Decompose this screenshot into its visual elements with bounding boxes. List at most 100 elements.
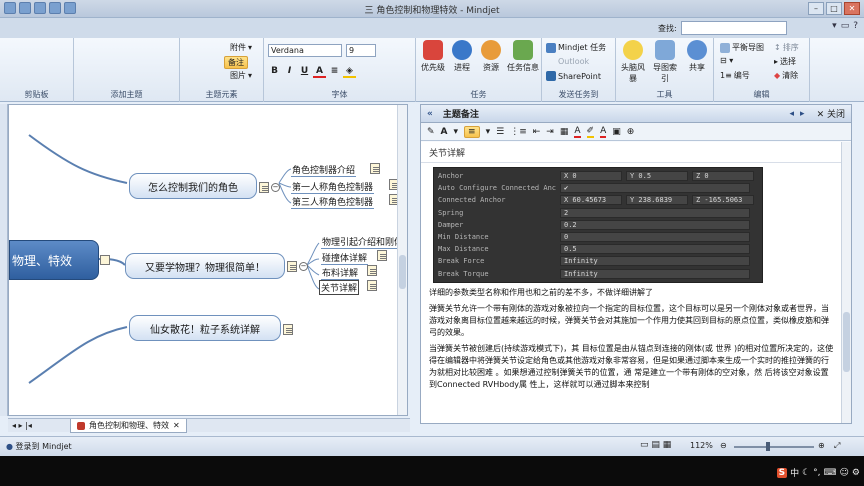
- subtopic-selected[interactable]: 关节详解: [319, 280, 360, 295]
- outdent-icon[interactable]: ⇤: [533, 127, 541, 137]
- map-vertical-scrollbar[interactable]: [397, 105, 407, 415]
- zoom-in-icon[interactable]: ⊕: [818, 441, 825, 450]
- close-tab-icon[interactable]: ✕: [173, 421, 180, 430]
- nav-prev-icon[interactable]: ◂: [790, 109, 795, 119]
- font-family-select[interactable]: Verdana: [268, 44, 342, 57]
- mindjet-tasks-button[interactable]: Mindjet 任务: [546, 42, 606, 53]
- notes-button[interactable]: 备注: [224, 56, 248, 69]
- collapse-panel-icon[interactable]: «: [427, 109, 433, 119]
- language-indicator[interactable]: 中: [790, 466, 799, 479]
- nav-next-icon[interactable]: ▸: [800, 109, 805, 119]
- map-index-button[interactable]: 导图索引: [650, 40, 680, 84]
- subtopic[interactable]: 角色控制器介绍: [291, 163, 357, 177]
- help-icon[interactable]: ?: [853, 21, 858, 31]
- punctuation-icon[interactable]: °,: [813, 468, 820, 478]
- maximize-button[interactable]: □: [826, 2, 842, 15]
- fill-color-icon[interactable]: ◈: [343, 65, 356, 78]
- note-icon[interactable]: [283, 324, 293, 335]
- note-icon[interactable]: [259, 182, 269, 193]
- map-canvas[interactable]: 物理、特效 怎么控制我们的角色 − 角色控制器介绍 第一人称角色控制器 第三人称…: [8, 104, 408, 416]
- insert-image-icon[interactable]: ▣: [612, 127, 621, 137]
- minimize-button[interactable]: –: [808, 2, 824, 15]
- search-input[interactable]: [680, 21, 787, 35]
- progress-button[interactable]: 进程: [447, 40, 477, 73]
- collapse-toggle-icon[interactable]: −: [299, 262, 308, 271]
- resources-button[interactable]: 资源: [476, 40, 506, 73]
- underline-button[interactable]: U: [298, 65, 311, 78]
- document-tab[interactable]: 角色控制和物理、特效 ✕: [70, 419, 187, 433]
- font-color-icon[interactable]: A: [574, 126, 581, 138]
- collapse-toggle-icon[interactable]: −: [271, 183, 280, 192]
- italic-button[interactable]: I: [283, 65, 296, 78]
- zoom-out-icon[interactable]: ⊖: [720, 441, 727, 450]
- share-button[interactable]: 共享: [682, 40, 712, 73]
- note-icon[interactable]: [370, 163, 380, 174]
- number-button[interactable]: 1≡ 编号: [720, 70, 750, 81]
- select-button[interactable]: ▸ 选择: [774, 56, 796, 67]
- notes-vertical-scrollbar[interactable]: [841, 142, 851, 423]
- settings-icon[interactable]: ⚙: [852, 468, 860, 478]
- dropdown-icon[interactable]: ▾: [454, 127, 459, 137]
- font-color-icon[interactable]: A: [313, 65, 326, 78]
- collapse-toggle-button[interactable]: ⊟ ▾: [720, 56, 733, 65]
- note-icon[interactable]: [367, 280, 377, 291]
- priority-button[interactable]: 优先级: [418, 40, 448, 73]
- sort-button[interactable]: ↕ 排序: [774, 42, 799, 53]
- window-icon[interactable]: ▭: [841, 21, 850, 31]
- bold-button[interactable]: B: [268, 65, 281, 78]
- dropdown-icon[interactable]: ▾: [486, 127, 491, 137]
- person-icon[interactable]: ☺: [840, 468, 849, 478]
- view-icons[interactable]: ▭ ▤ ▦: [640, 440, 671, 450]
- ime-logo-icon[interactable]: S: [776, 467, 788, 478]
- align-left-icon[interactable]: ≡: [464, 125, 480, 138]
- notes-body[interactable]: 关节详解 Anchor X 0Y 0.5 Z 0 Auto Configure Con…: [421, 142, 842, 423]
- subtopic[interactable]: 布料详解: [321, 266, 360, 280]
- topic-particles[interactable]: 仙女散花！粒子系统详解: [129, 315, 281, 341]
- outlook-button[interactable]: Outlook: [558, 57, 589, 66]
- zoom-slider-thumb[interactable]: [766, 442, 770, 451]
- zoom-slider[interactable]: [734, 446, 814, 448]
- subtopic[interactable]: 物理引起介绍和刚体: [321, 235, 405, 249]
- font-icon[interactable]: A: [441, 127, 448, 137]
- inspector-row: Auto Configure Connected Anc ✔: [438, 182, 758, 194]
- task-info-button[interactable]: 任务信息: [506, 40, 540, 73]
- image-button[interactable]: 图片 ▾: [230, 70, 252, 81]
- subtopic[interactable]: 第三人称角色控制器: [291, 195, 375, 209]
- close-window-button[interactable]: ✕: [844, 2, 860, 15]
- clear-button[interactable]: ◆ 清除: [774, 70, 798, 81]
- subtopic[interactable]: 第一人称角色控制器: [291, 180, 375, 194]
- scroll-thumb[interactable]: [843, 312, 850, 372]
- indent-icon[interactable]: ⇥: [546, 127, 554, 137]
- central-topic[interactable]: 物理、特效: [9, 240, 99, 280]
- note-icon[interactable]: [377, 250, 387, 261]
- note-icon[interactable]: [287, 261, 297, 272]
- subtopic[interactable]: 碰撞体详解: [321, 251, 369, 265]
- help-icons: ▾ ▭ ?: [832, 21, 858, 31]
- login-link[interactable]: ● 登录到 Mindjet: [6, 441, 72, 452]
- text-color-icon[interactable]: A: [600, 126, 607, 138]
- attachment-button[interactable]: 附件 ▾: [230, 42, 252, 53]
- close-panel-button[interactable]: ✕ 关闭: [817, 107, 845, 120]
- brainstorm-button[interactable]: 头脑风暴: [618, 40, 648, 84]
- inspector-label: Anchor: [438, 172, 464, 181]
- keyboard-icon[interactable]: ⌨: [824, 468, 837, 478]
- moon-icon[interactable]: ☾: [802, 468, 810, 478]
- topic-character-control[interactable]: 怎么控制我们的角色: [129, 173, 257, 199]
- chevron-down-icon[interactable]: ▾: [832, 21, 837, 31]
- scroll-thumb[interactable]: [399, 255, 406, 289]
- brush-icon[interactable]: ✎: [427, 127, 435, 137]
- fit-icon[interactable]: ⤢: [834, 441, 840, 451]
- bullet-list-icon[interactable]: ☰: [496, 127, 504, 137]
- number-list-icon[interactable]: ⋮≡: [510, 127, 527, 137]
- align-icon[interactable]: ≡: [328, 65, 341, 78]
- balance-map-button[interactable]: 平衡导图: [720, 42, 764, 53]
- highlight-icon[interactable]: ✐: [586, 126, 595, 138]
- font-size-select[interactable]: 9: [346, 44, 376, 57]
- sharepoint-button[interactable]: SharePoint: [546, 71, 601, 81]
- link-icon[interactable]: ⊕: [627, 127, 635, 137]
- tab-nav-icons[interactable]: ◂ ▸ |◂: [12, 421, 32, 430]
- topic-physics[interactable]: 又要学物理？物理很简单！: [125, 253, 285, 279]
- note-icon[interactable]: [100, 255, 110, 265]
- table-icon[interactable]: ▦: [560, 127, 569, 137]
- note-icon[interactable]: [367, 265, 377, 276]
